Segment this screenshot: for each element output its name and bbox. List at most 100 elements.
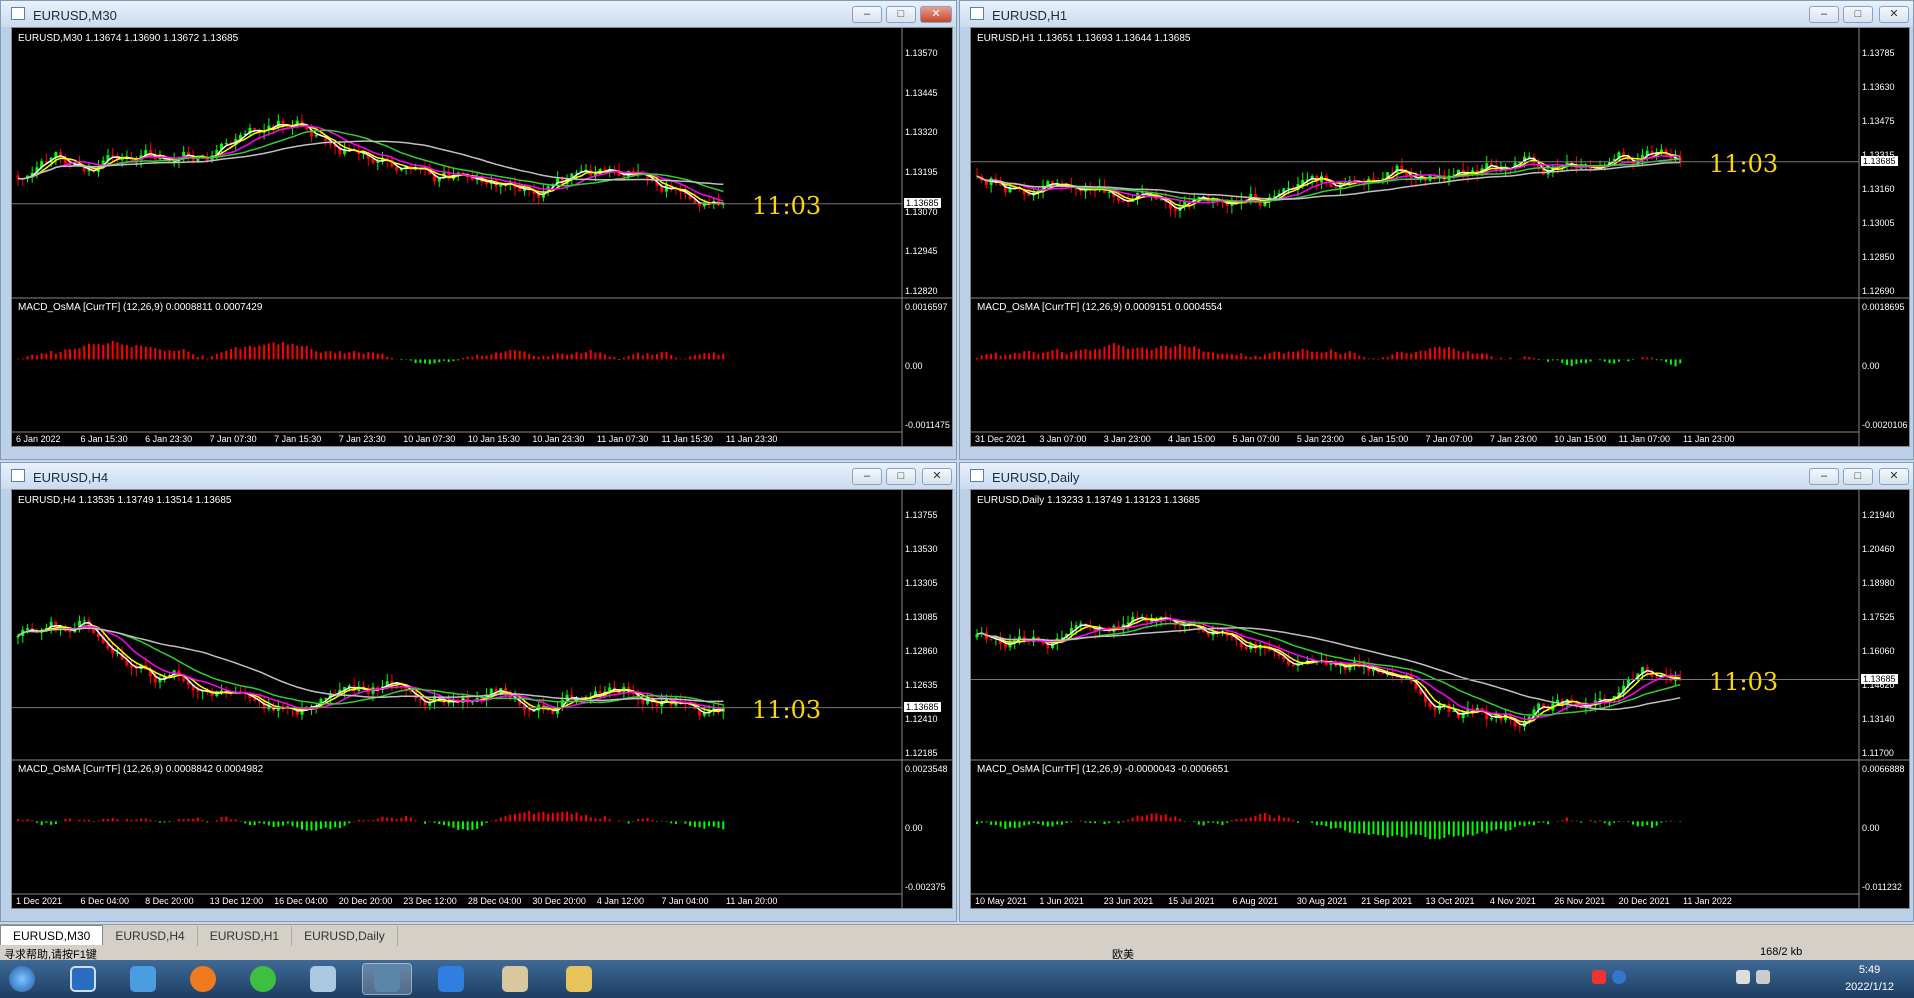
- macd-histogram-bar: [390, 357, 393, 360]
- macd-histogram-bar: [433, 359, 436, 364]
- macd-histogram-bar: [1504, 821, 1507, 832]
- macd-histogram-bar: [201, 355, 204, 360]
- macd-histogram-bar: [182, 349, 185, 360]
- symbol-info-label: EURUSD,H4 1.13535 1.13749 1.13514 1.1368…: [18, 495, 232, 506]
- macd-histogram-bar: [54, 821, 57, 825]
- taskbar-wechat-button[interactable]: [238, 963, 288, 995]
- macd-histogram-bar: [1089, 350, 1092, 360]
- macd-histogram-bar: [589, 349, 592, 360]
- minimize-button[interactable]: –: [1809, 468, 1839, 485]
- time-axis-label: 11 Jan 07:00: [1618, 434, 1671, 444]
- macd-histogram-bar: [272, 342, 275, 360]
- chart-canvas[interactable]: EURUSD,M30 1.13674 1.13690 1.13672 1.136…: [11, 27, 953, 447]
- macd-histogram-bar: [196, 357, 199, 360]
- maximize-button[interactable]: □: [886, 6, 916, 23]
- macd-histogram-bar: [215, 819, 218, 822]
- window-titlebar[interactable]: EURUSD,Daily – □ ✕: [960, 463, 1913, 489]
- tray-network-icon[interactable]: [1736, 970, 1750, 984]
- time-axis-label: 6 Dec 04:00: [80, 896, 130, 906]
- tab-eurusd-daily[interactable]: EURUSD,Daily: [292, 926, 398, 946]
- chart-window-m30[interactable]: EURUSD,M30 – □ ✕ EURUSD,M30 1.13674 1.13…: [0, 0, 957, 460]
- start-button[interactable]: [2, 963, 42, 995]
- macd-histogram-bar: [1212, 821, 1214, 823]
- tab-eurusd-h1[interactable]: EURUSD,H1: [198, 926, 293, 946]
- taskbar-note-button[interactable]: [426, 963, 476, 995]
- candle-body: [1433, 706, 1437, 711]
- macd-histogram-bar: [409, 359, 412, 361]
- maximize-button[interactable]: □: [1843, 468, 1873, 485]
- tab-eurusd-m30[interactable]: EURUSD,M30: [0, 925, 104, 945]
- macd-histogram-bar: [518, 350, 521, 360]
- close-button[interactable]: ✕: [1879, 468, 1909, 485]
- taskbar-map-button[interactable]: [490, 963, 540, 995]
- price-scale-label: 1.12945: [905, 246, 938, 257]
- macd-histogram-bar: [1655, 359, 1658, 361]
- macd-histogram-bar: [466, 821, 469, 831]
- macd-histogram-bar: [372, 352, 374, 360]
- system-clock[interactable]: 5:49 2022/1/12: [1845, 962, 1894, 996]
- taskbar-app-button[interactable]: [178, 963, 228, 995]
- macd-histogram-bar: [1051, 350, 1054, 360]
- window-titlebar[interactable]: EURUSD,H1 – □ ✕: [960, 1, 1913, 27]
- macd-histogram-bar: [78, 348, 81, 360]
- chart-canvas[interactable]: EURUSD,Daily 1.13233 1.13749 1.13123 1.1…: [970, 489, 1910, 909]
- macd-histogram-bar: [1613, 821, 1616, 823]
- chart-canvas[interactable]: EURUSD,H1 1.13651 1.13693 1.13644 1.1368…: [970, 27, 1910, 447]
- tray-help-icon[interactable]: [1612, 970, 1626, 984]
- macd-histogram-bar: [50, 821, 53, 825]
- taskbar-desktop-button[interactable]: [58, 963, 108, 995]
- taskbar-files-button[interactable]: [118, 963, 168, 995]
- macd-histogram-bar: [1292, 351, 1295, 360]
- macd-histogram-bar: [1282, 817, 1285, 822]
- close-button[interactable]: ✕: [922, 468, 952, 485]
- macd-histogram-bar: [994, 352, 997, 360]
- taskbar-tool-button[interactable]: [298, 963, 348, 995]
- window-titlebar[interactable]: EURUSD,H4 – □ ✕: [1, 463, 956, 489]
- macd-histogram-bar: [92, 821, 95, 822]
- macd-histogram-bar: [1485, 353, 1488, 360]
- maximize-button[interactable]: □: [1843, 6, 1873, 23]
- chart-window-h1[interactable]: EURUSD,H1 – □ ✕ EURUSD,H1 1.13651 1.1369…: [959, 0, 1914, 460]
- tray-sogou-icon[interactable]: [1592, 970, 1606, 984]
- candle-body: [655, 702, 659, 707]
- macd-histogram-bar: [106, 343, 109, 360]
- tab-eurusd-h4[interactable]: EURUSD,H4: [103, 926, 198, 946]
- macd-histogram-bar: [1013, 352, 1016, 360]
- minimize-button[interactable]: –: [852, 6, 882, 23]
- price-scale-label: 1.13530: [905, 544, 938, 554]
- taskbar-folder-button[interactable]: [554, 963, 604, 995]
- macd-histogram-bar: [31, 820, 34, 822]
- macd-histogram-bar: [73, 348, 76, 360]
- macd-histogram-bar: [1509, 357, 1512, 360]
- chart-window-daily[interactable]: EURUSD,Daily – □ ✕ EURUSD,Daily 1.13233 …: [959, 462, 1914, 922]
- clock-time: 5:49: [1858, 964, 1881, 976]
- macd-histogram-bar: [31, 354, 34, 360]
- taskbar-metatrader-button[interactable]: [362, 963, 412, 995]
- macd-histogram-bar: [1448, 821, 1450, 835]
- tray-volume-icon[interactable]: [1756, 970, 1770, 984]
- minimize-button[interactable]: –: [852, 468, 882, 485]
- chart-canvas[interactable]: EURUSD,H4 1.13535 1.13749 1.13514 1.1368…: [11, 489, 953, 909]
- macd-histogram-bar: [1141, 347, 1144, 360]
- window-titlebar[interactable]: EURUSD,M30 – □ ✕: [1, 1, 956, 27]
- macd-histogram-bar: [376, 818, 379, 822]
- macd-histogram-bar: [1632, 821, 1635, 825]
- candle-body: [1159, 199, 1163, 201]
- macd-histogram-bar: [1070, 821, 1073, 823]
- candle-body: [1452, 711, 1456, 713]
- chart-window-h4[interactable]: EURUSD,H4 – □ ✕ EURUSD,H4 1.13535 1.1374…: [0, 462, 957, 922]
- maximize-button[interactable]: □: [886, 468, 916, 485]
- close-button[interactable]: ✕: [920, 6, 952, 23]
- macd-histogram-bar: [1263, 813, 1266, 822]
- macd-histogram-bar: [1009, 821, 1012, 828]
- macd-histogram-bar: [1476, 821, 1479, 834]
- time-axis-label: 26 Nov 2021: [1554, 896, 1606, 906]
- close-button[interactable]: ✕: [1879, 6, 1909, 23]
- macd-histogram-bar: [976, 357, 978, 360]
- moving-average-line: [17, 627, 724, 706]
- macd-histogram-bar: [1311, 351, 1314, 360]
- minimize-button[interactable]: –: [1809, 6, 1839, 23]
- macd-histogram-bar: [1481, 353, 1484, 360]
- macd-histogram-bar: [509, 350, 512, 360]
- macd-histogram-bar: [130, 347, 133, 360]
